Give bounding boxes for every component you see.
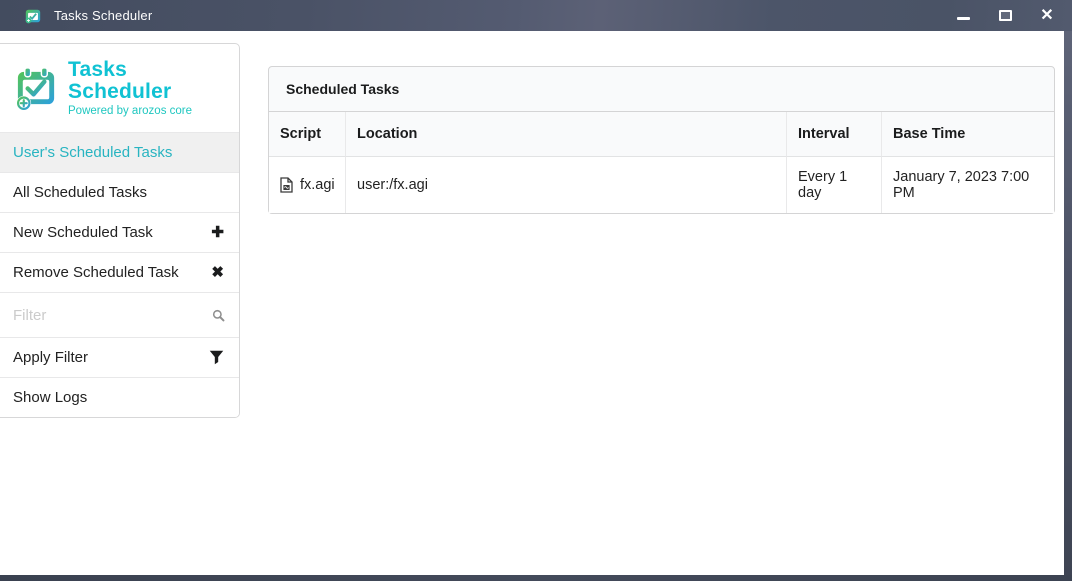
file-code-icon <box>280 177 293 193</box>
sidebar-menu: User's Scheduled Tasks All Scheduled Tas… <box>0 132 239 417</box>
search-icon <box>212 307 225 324</box>
remove-x-icon: ✖ <box>211 265 224 280</box>
panel-title: Scheduled Tasks <box>268 66 1055 112</box>
table-row[interactable]: fx.agi user:/fx.agi Every 1 day January … <box>269 157 1054 213</box>
app-logo: Tasks Scheduler Powered by arozos core <box>0 44 239 132</box>
column-header-base-time: Base Time <box>881 112 1054 157</box>
tasks-table: Script Location Interval Base Time <box>268 112 1055 214</box>
maximize-icon <box>999 10 1012 21</box>
sidebar-item-label: Apply Filter <box>13 349 88 366</box>
location-cell: user:/fx.agi <box>345 157 786 213</box>
sidebar-item-all-scheduled-tasks[interactable]: All Scheduled Tasks <box>0 172 239 212</box>
content-area: Tasks Scheduler Powered by arozos core U… <box>0 31 1064 575</box>
minimize-button[interactable] <box>954 7 972 25</box>
sidebar-item-show-logs[interactable]: Show Logs <box>0 377 239 417</box>
window-frame-right <box>1064 31 1072 581</box>
sidebar-item-remove-scheduled-task[interactable]: Remove Scheduled Task ✖ <box>0 252 239 292</box>
filter-row <box>0 292 239 337</box>
window-frame-bottom <box>0 575 1072 581</box>
sidebar-item-apply-filter[interactable]: Apply Filter <box>0 337 239 377</box>
script-name: fx.agi <box>300 177 335 193</box>
sidebar-item-label: User's Scheduled Tasks <box>13 144 172 161</box>
column-header-interval: Interval <box>786 112 881 157</box>
minimize-icon <box>957 17 970 20</box>
script-cell: fx.agi <box>269 157 345 213</box>
app-calendar-icon <box>24 7 42 25</box>
table-header-row: Script Location Interval Base Time <box>269 112 1054 157</box>
sidebar: Tasks Scheduler Powered by arozos core U… <box>0 43 240 418</box>
sidebar-item-label: All Scheduled Tasks <box>13 184 147 201</box>
column-header-script: Script <box>269 112 345 157</box>
close-icon: ✕ <box>1040 8 1053 24</box>
app-window: Tasks Scheduler ✕ <box>0 0 1072 581</box>
window-title: Tasks Scheduler <box>54 8 152 23</box>
sidebar-item-label: Show Logs <box>13 389 87 406</box>
base-time-cell: January 7, 2023 7:00 PM <box>881 157 1054 213</box>
titlebar[interactable]: Tasks Scheduler ✕ <box>0 0 1072 31</box>
filter-input[interactable] <box>13 307 212 324</box>
column-header-location: Location <box>345 112 786 157</box>
logo-calendar-icon <box>13 65 60 112</box>
plus-icon: ✚ <box>211 225 224 240</box>
sidebar-item-label: Remove Scheduled Task <box>13 264 179 281</box>
sidebar-item-new-scheduled-task[interactable]: New Scheduled Task ✚ <box>0 212 239 252</box>
logo-title: Tasks Scheduler <box>68 59 231 103</box>
maximize-button[interactable] <box>996 7 1014 25</box>
interval-cell: Every 1 day <box>786 157 881 213</box>
sidebar-item-users-scheduled-tasks[interactable]: User's Scheduled Tasks <box>0 132 239 172</box>
close-button[interactable]: ✕ <box>1038 7 1056 25</box>
scheduled-tasks-panel: Scheduled Tasks Script Location Interval… <box>268 66 1055 214</box>
filter-funnel-icon <box>209 350 224 365</box>
sidebar-item-label: New Scheduled Task <box>13 224 153 241</box>
logo-subtitle: Powered by arozos core <box>68 105 231 117</box>
